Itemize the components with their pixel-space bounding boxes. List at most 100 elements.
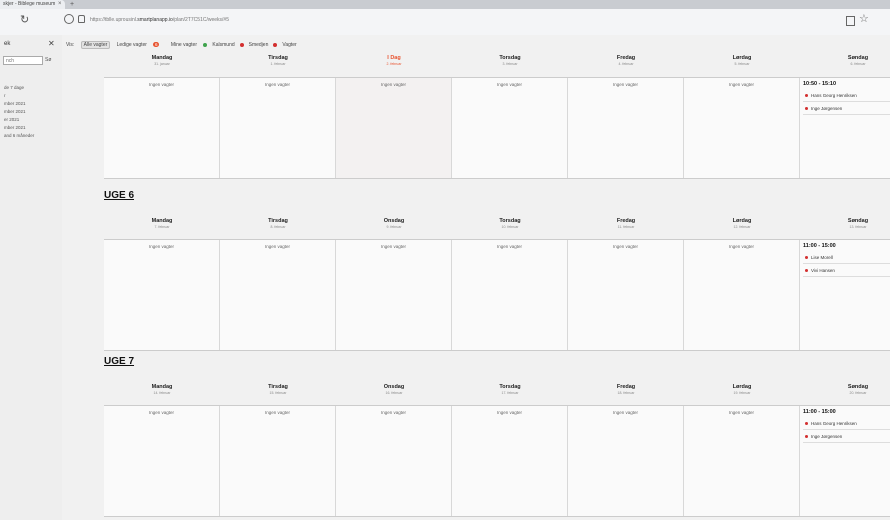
day-date: 31. januar <box>154 62 170 66</box>
person-name: Vivi Hansen <box>811 268 835 273</box>
status-dot-icon <box>805 422 808 426</box>
day-date: 10. februar <box>501 225 519 229</box>
person-name: Inge Jørgensen <box>811 106 843 111</box>
sidebar-close-icon[interactable]: ✕ <box>48 39 55 48</box>
no-shifts-text: Ingen vagter <box>612 82 639 87</box>
bookmark-star-icon[interactable]: ☆ <box>859 12 869 25</box>
week-title: UGE 7 <box>104 356 135 367</box>
day-header: Søndag 13. februar <box>800 218 890 229</box>
day-header: Onsdag 9. februar <box>336 218 452 229</box>
shift-person[interactable]: Hans Georg Henriksen <box>803 91 890 102</box>
week-block: Mandag 31. januar Tirsdag 1. februar I Dag 2.… <box>104 55 890 179</box>
day-cell[interactable]: Ingen vagter <box>104 406 220 516</box>
legend-item[interactable]: Smedjen <box>239 42 268 48</box>
day-header: Søndag 20. februar <box>800 384 890 395</box>
sidebar-item[interactable]: r <box>4 93 6 98</box>
sidebar-item[interactable]: and 6 måneder <box>4 133 34 138</box>
day-header: Tirsdag 1. februar <box>220 55 336 66</box>
url-field[interactable]: https://tblle.uprousinl.smartplanapp.io/… <box>90 17 229 23</box>
day-cell[interactable]: Ingen vagter <box>568 240 684 350</box>
sidebar-item[interactable]: er 2021 <box>4 117 19 122</box>
day-cell[interactable]: Ingen vagter <box>220 78 336 178</box>
shift-person[interactable]: Lise Morell <box>803 253 890 264</box>
shift-person[interactable]: Hans Georg Henriksen <box>803 419 890 430</box>
day-cell[interactable]: 10:50 - 15:10 Hans Georg Henriksen Inge Jø… <box>800 78 890 178</box>
day-name: Torsdag <box>499 384 521 390</box>
day-date: 17. februar <box>501 391 519 395</box>
day-name: Torsdag <box>499 55 521 61</box>
app-content: ek ✕ nch Sø de 7 dage r mber 2021 mber 2021… <box>0 35 890 520</box>
day-cell[interactable]: Ingen vagter <box>104 78 220 178</box>
sidebar-item[interactable]: mber 2021 <box>4 109 26 114</box>
day-cell[interactable]: Ingen vagter <box>568 406 684 516</box>
day-header: Søndag 6. februar <box>800 55 890 66</box>
day-cell[interactable]: 11:00 - 15:00 Hans Georg Henriksen Inge Jø… <box>800 406 890 516</box>
reader-view-icon[interactable] <box>846 16 855 26</box>
day-cell[interactable]: Ingen vagter <box>336 78 452 178</box>
status-dot-icon <box>805 269 808 273</box>
day-cell[interactable]: Ingen vagter <box>104 240 220 350</box>
new-tab-icon[interactable]: + <box>70 0 74 9</box>
no-shifts-text: Ingen vagter <box>612 244 639 249</box>
day-header: Torsdag 17. februar <box>452 384 568 395</box>
day-date: 6. februar <box>850 62 866 66</box>
no-shifts-text: Ingen vagter <box>380 410 407 415</box>
tab-title: skjer - Biblege museum <box>3 1 56 7</box>
day-cell[interactable]: Ingen vagter <box>684 406 800 516</box>
day-cell[interactable]: Ingen vagter <box>684 78 800 178</box>
day-date: 1. februar <box>270 62 286 66</box>
status-dot-icon <box>805 94 808 98</box>
legend-item[interactable]: Kalsmund <box>203 41 235 48</box>
shift-person[interactable]: Inge Jørgensen <box>803 432 890 443</box>
day-date: 12. februar <box>733 225 751 229</box>
shield-icon[interactable] <box>64 14 74 24</box>
sidebar-item[interactable]: mber 2021 <box>4 125 26 130</box>
filter-my-shifts[interactable]: Mine vagter <box>171 42 197 48</box>
day-cell[interactable]: Ingen vagter <box>336 240 452 350</box>
day-name: Tirsdag <box>268 55 288 61</box>
legend-label: Kalsmund <box>212 41 235 48</box>
sidebar-item[interactable]: mber 2021 <box>4 101 26 106</box>
shift-time[interactable]: 11:00 - 15:00 <box>803 243 836 249</box>
tab-close-icon[interactable]: × <box>58 0 62 9</box>
legend: Kalsmund Smedjen Vagter <box>203 42 301 49</box>
shift-time[interactable]: 11:00 - 15:00 <box>803 409 836 415</box>
day-header: Lørdag 12. februar <box>684 218 800 229</box>
day-name: Mandag <box>151 384 173 390</box>
day-header: Torsdag 3. februar <box>452 55 568 66</box>
person-name: Hans Georg Henriksen <box>811 93 857 98</box>
shift-person[interactable]: Inge Jørgensen <box>803 104 890 115</box>
shift-person[interactable]: Vivi Hansen <box>803 266 890 277</box>
day-header: Onsdag 16. februar <box>336 384 452 395</box>
day-header: Mandag 14. februar <box>104 384 220 395</box>
day-cell[interactable]: Ingen vagter <box>452 406 568 516</box>
filter-free-shifts[interactable]: Ledige vagter 6 <box>117 42 165 48</box>
day-cell[interactable]: Ingen vagter <box>684 240 800 350</box>
reload-icon[interactable]: ↻ <box>20 13 29 26</box>
sidebar-search-input[interactable]: nch <box>3 56 43 65</box>
address-bar: ↻ https://tblle.uprousinl.smartplanapp.i… <box>0 9 890 35</box>
browser-tab[interactable]: skjer - Biblege museum <box>0 0 65 9</box>
day-header: Mandag 7. februar <box>104 218 220 229</box>
day-date: 19. februar <box>733 391 751 395</box>
no-shifts-text: Ingen vagter <box>264 410 291 415</box>
day-header: Lørdag 19. februar <box>684 384 800 395</box>
day-name: Fredag <box>616 218 636 224</box>
status-dot-icon <box>805 435 808 439</box>
day-cell[interactable]: Ingen vagter <box>336 406 452 516</box>
day-cell[interactable]: Ingen vagter <box>452 78 568 178</box>
sidebar-item[interactable]: de 7 dage <box>4 85 24 90</box>
filter-free-label: Ledige vagter <box>116 41 147 48</box>
legend-dot-icon <box>239 42 244 47</box>
day-cell[interactable]: Ingen vagter <box>220 406 336 516</box>
shift-time[interactable]: 10:50 - 15:10 <box>803 81 836 87</box>
legend-item[interactable]: Vagter <box>273 42 297 48</box>
day-cell[interactable]: Ingen vagter <box>452 240 568 350</box>
day-cell[interactable]: 11:00 - 15:00 Lise Morell Vivi Hansen <box>800 240 890 350</box>
filter-all-shifts[interactable]: Alle vagter <box>80 41 111 49</box>
sidebar-search-button[interactable]: Sø <box>45 56 51 65</box>
day-cell[interactable]: Ingen vagter <box>568 78 684 178</box>
day-cell[interactable]: Ingen vagter <box>220 240 336 350</box>
no-shifts-text: Ingen vagter <box>148 244 175 249</box>
day-date: 5. februar <box>734 62 750 66</box>
